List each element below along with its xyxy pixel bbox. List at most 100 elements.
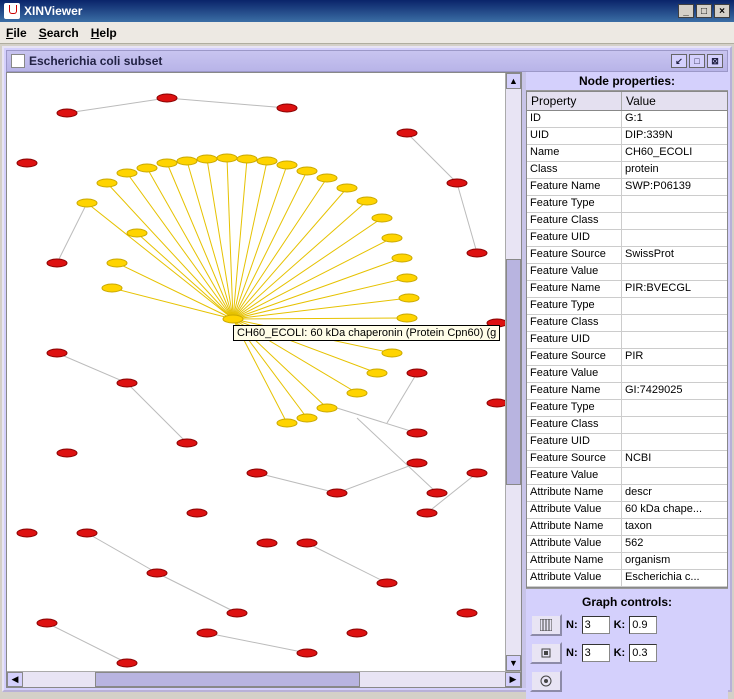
graph-canvas[interactable]: CH60_ECOLI: 60 kDa chaperonin (Protein C… [7, 73, 505, 671]
table-row[interactable]: Attribute Value562 [527, 536, 727, 553]
scroll-down-icon[interactable]: ▼ [506, 655, 521, 671]
cell-value [622, 298, 727, 314]
table-row[interactable]: Feature Class [527, 213, 727, 230]
close-button[interactable]: × [714, 4, 730, 18]
table-row[interactable]: Feature NameSWP:P06139 [527, 179, 727, 196]
cell-property: Feature UID [527, 434, 622, 450]
col-property[interactable]: Property [527, 92, 622, 110]
table-row[interactable]: Feature Class [527, 417, 727, 434]
menubar: File Search Help [0, 22, 734, 44]
table-row[interactable]: Classprotein [527, 162, 727, 179]
table-row[interactable]: Attribute ValueEscherichia c... [527, 570, 727, 587]
table-row[interactable]: Feature SourceSwissProt [527, 247, 727, 264]
cell-property: Attribute Name [527, 485, 622, 501]
graph-panel: CH60_ECOLI: 60 kDa chaperonin (Protein C… [6, 72, 522, 688]
cell-value: CH60_ECOLI [622, 145, 727, 161]
cell-value [622, 400, 727, 416]
cell-value: Escherichia c... [622, 570, 727, 586]
document-titlebar: Escherichia coli subset ↙ □ ⊠ [6, 50, 728, 72]
cell-value: organism [622, 553, 727, 569]
cell-property: ID [527, 111, 622, 127]
cell-property: Feature Source [527, 349, 622, 365]
table-row[interactable]: UIDDIP:339N [527, 128, 727, 145]
hscroll-thumb[interactable] [95, 672, 360, 687]
menu-search[interactable]: Search [39, 26, 79, 40]
inner-maximize-button[interactable]: □ [689, 54, 705, 68]
cell-property: Feature Name [527, 179, 622, 195]
cell-value [622, 196, 727, 212]
cell-value: taxon [622, 519, 727, 535]
table-row[interactable]: Feature Value [527, 366, 727, 383]
cell-property: Feature UID [527, 230, 622, 246]
k-input-1[interactable] [629, 616, 657, 634]
table-row[interactable]: Feature SourceNCBI [527, 451, 727, 468]
cell-property: Attribute Name [527, 553, 622, 569]
cell-property: Class [527, 162, 622, 178]
table-row[interactable]: Attribute Nametaxon [527, 519, 727, 536]
menu-file[interactable]: File [6, 26, 27, 40]
table-row[interactable]: Feature NamePIR:BVECGL [527, 281, 727, 298]
cell-property: Attribute Value [527, 502, 622, 518]
layout-button-3[interactable] [530, 670, 562, 692]
scroll-right-icon[interactable]: ▶ [505, 672, 521, 687]
table-row[interactable]: Feature UID [527, 434, 727, 451]
maximize-button[interactable]: □ [696, 4, 712, 18]
cell-value [622, 417, 727, 433]
cell-value: SWP:P06139 [622, 179, 727, 195]
cell-value [622, 366, 727, 382]
col-value[interactable]: Value [622, 92, 727, 110]
inner-close-button[interactable]: ⊠ [707, 54, 723, 68]
cell-value [622, 230, 727, 246]
cell-value: 60 kDa chape... [622, 502, 727, 518]
table-row[interactable]: Feature Type [527, 298, 727, 315]
scroll-left-icon[interactable]: ◀ [7, 672, 23, 687]
cell-property: Feature Type [527, 196, 622, 212]
vscroll-thumb[interactable] [506, 259, 521, 485]
table-row[interactable]: Feature Class [527, 315, 727, 332]
cell-value: 562 [622, 536, 727, 552]
table-row[interactable]: IDG:1 [527, 111, 727, 128]
table-row[interactable]: Feature Value [527, 468, 727, 485]
cell-value [622, 468, 727, 484]
table-row[interactable]: Attribute Value60 kDa chape... [527, 502, 727, 519]
cell-value [622, 213, 727, 229]
cell-property: Attribute Value [527, 570, 622, 586]
cell-property: UID [527, 128, 622, 144]
table-row[interactable]: Feature Value [527, 264, 727, 281]
document-title: Escherichia coli subset [29, 54, 669, 68]
layout-button-1[interactable] [530, 614, 562, 636]
minimize-button[interactable]: _ [678, 4, 694, 18]
table-row[interactable]: Feature UID [527, 332, 727, 349]
control-row-3 [530, 667, 724, 695]
graph-hscrollbar[interactable]: ◀ ▶ [7, 671, 521, 687]
inner-minimize-button[interactable]: ↙ [671, 54, 687, 68]
cell-value: SwissProt [622, 247, 727, 263]
graph-svg [7, 73, 505, 671]
table-row[interactable]: Feature UID [527, 230, 727, 247]
table-row[interactable]: Feature NameGI:7429025 [527, 383, 727, 400]
table-row[interactable]: Feature Type [527, 196, 727, 213]
graph-controls-header: Graph controls: [530, 593, 724, 611]
table-row[interactable]: NameCH60_ECOLI [527, 145, 727, 162]
table-row[interactable]: Feature Type [527, 400, 727, 417]
cell-value [622, 264, 727, 280]
n-input-1[interactable] [582, 616, 610, 634]
scroll-up-icon[interactable]: ▲ [506, 73, 521, 89]
cell-value: descr [622, 485, 727, 501]
n-label-1: N: [566, 619, 578, 631]
k-input-2[interactable] [629, 644, 657, 662]
table-row[interactable]: Attribute Nameorganism [527, 553, 727, 570]
table-row[interactable]: Feature SourcePIR [527, 349, 727, 366]
graph-vscrollbar[interactable]: ▲ ▼ [505, 73, 521, 671]
cell-property: Feature Value [527, 366, 622, 382]
menu-help[interactable]: Help [91, 26, 117, 40]
java-icon [4, 3, 20, 19]
table-row[interactable]: Attribute Namedescr [527, 485, 727, 502]
cell-property: Name [527, 145, 622, 161]
n-input-2[interactable] [582, 644, 610, 662]
cell-property: Feature Source [527, 451, 622, 467]
titlebar: XINViewer _ □ × [0, 0, 734, 22]
cell-value [622, 315, 727, 331]
layout-button-2[interactable] [530, 642, 562, 664]
cell-value: protein [622, 162, 727, 178]
